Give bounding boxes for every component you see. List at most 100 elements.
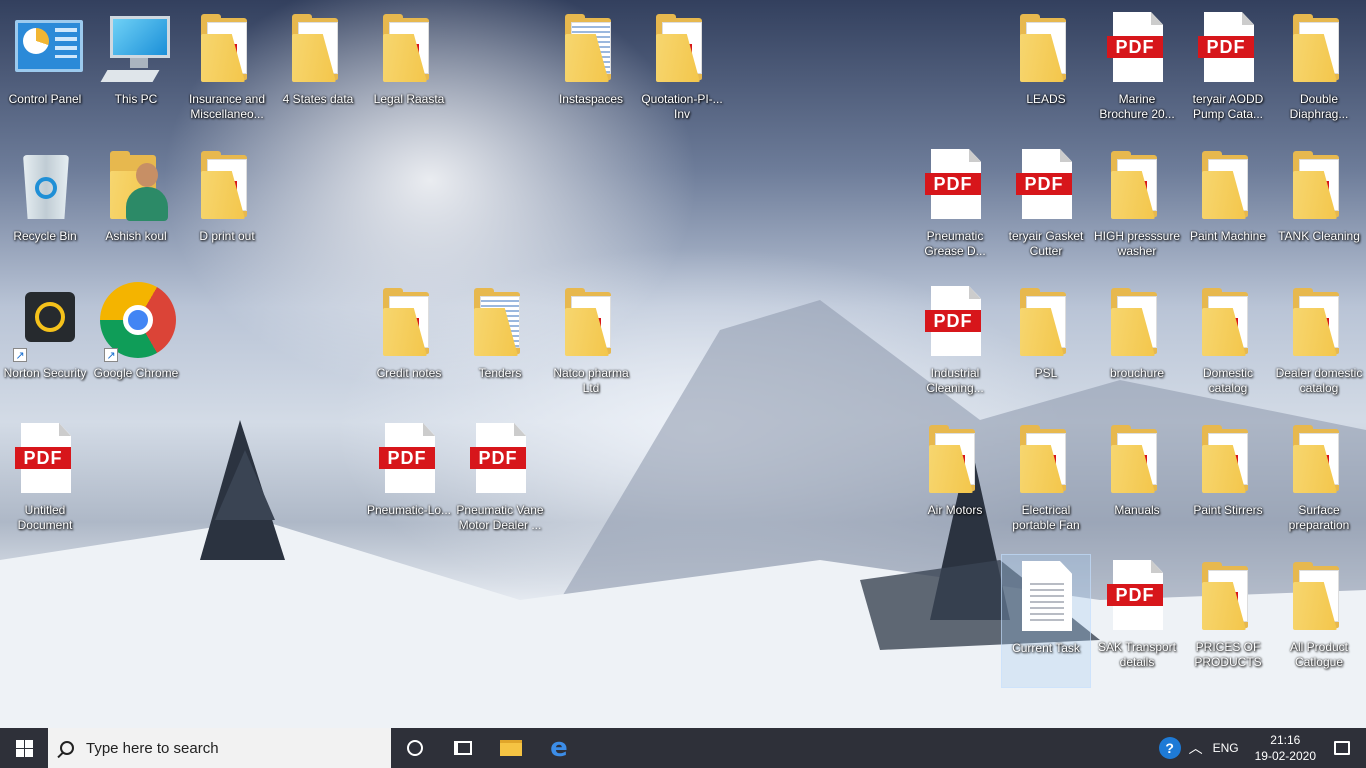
pdf-file-icon: PDF	[1105, 560, 1169, 636]
clock-time: 21:16	[1270, 733, 1301, 747]
desktop-icon-google-chrome[interactable]: ↗ Google Chrome	[91, 280, 181, 414]
pdf-badge: PDF	[933, 174, 973, 194]
pdf-badge: PDF	[1206, 37, 1246, 57]
desktop-icon-label: Air Motors	[927, 503, 983, 517]
folder-document-icon	[468, 286, 532, 362]
desktop-icon-surface-preparation[interactable]: PDF Surface preparation	[1274, 417, 1364, 551]
desktop-icon-label: teryair AODD Pump Cata...	[1192, 92, 1264, 121]
desktop-icon-quotation-pi-inv[interactable]: PDF Quotation-PI-... Inv	[637, 6, 727, 140]
language-indicator[interactable]: ENG	[1213, 741, 1239, 755]
desktop-icon-manuals[interactable]: PDF Manuals	[1092, 417, 1182, 551]
desktop-icon-high-presssure-washer[interactable]: PDF HIGH presssure washer	[1092, 143, 1182, 277]
desktop-icon-insurance-and-miscellaneo[interactable]: PDF Insurance and Miscellaneo...	[182, 6, 272, 140]
desktop-icon-domestic-catalog[interactable]: PDF Domestic catalog	[1183, 280, 1273, 414]
desktop-icon-pneumatic-grease-d[interactable]: PDF Pneumatic Grease D...	[910, 143, 1000, 277]
desktop-icon-this-pc[interactable]: This PC	[91, 6, 181, 140]
folder-pdf-icon: PDF	[1196, 560, 1260, 636]
desktop-icon-label: Current Task	[1012, 641, 1080, 655]
desktop-icon-label: Legal Raasta	[373, 92, 445, 106]
desktop-icon-label: D print out	[199, 229, 255, 243]
text-document-icon	[1014, 561, 1078, 637]
pdf-file-icon: PDF	[923, 286, 987, 362]
desktop-icon-paint-stirrers[interactable]: PDF Paint Stirrers	[1183, 417, 1273, 551]
edge-icon: e	[550, 733, 568, 763]
pdf-badge: PDF	[1024, 174, 1064, 194]
folder-pdf-icon: PDF	[1196, 423, 1260, 499]
desktop-icon-brouchure[interactable]: brouchure	[1092, 280, 1182, 414]
cortana-icon	[407, 740, 423, 756]
folder-pdf-icon: PDF	[377, 286, 441, 362]
pdf-badge: PDF	[23, 448, 63, 468]
desktop-icon-label: Paint Stirrers	[1193, 503, 1263, 517]
edge-button[interactable]: e	[535, 728, 583, 768]
desktop-icon-natco-pharma-ltd[interactable]: PDF Natco pharma Ltd	[546, 280, 636, 414]
pdf-file-icon: PDF	[923, 149, 987, 225]
desktop-icon-control-panel[interactable]: Control Panel	[0, 6, 90, 140]
cortana-button[interactable]	[391, 728, 439, 768]
desktop-icon-recycle-bin[interactable]: Recycle Bin	[0, 143, 90, 277]
desktop-icon-sak-transport-details[interactable]: PDF SAK Transport details	[1092, 554, 1182, 688]
chevron-up-icon[interactable]: ︿	[1189, 738, 1203, 758]
pdf-badge: PDF	[1115, 37, 1155, 57]
pdf-badge: PDF	[933, 311, 973, 331]
windows-logo-icon	[15, 739, 33, 757]
task-view-button[interactable]	[439, 728, 487, 768]
desktop-icon-electrical-portable-fan[interactable]: PDF Electrical portable Fan	[1001, 417, 1091, 551]
desktop-icon-marine-brochure-20[interactable]: PDF Marine Brochure 20...	[1092, 6, 1182, 140]
pdf-file-icon: PDF	[13, 423, 77, 499]
recycle-bin-icon	[13, 149, 77, 225]
desktop-icon-tenders[interactable]: Tenders	[455, 280, 545, 414]
desktop-icon-paint-machine[interactable]: Paint Machine	[1183, 143, 1273, 277]
desktop-icon-industrial-cleaning[interactable]: PDF Industrial Cleaning...	[910, 280, 1000, 414]
desktop-icon-all-product-catlogue[interactable]: All Product Catlogue	[1274, 554, 1364, 688]
search-box[interactable]: Type here to search	[48, 728, 391, 768]
desktop-icon-label: Domestic catalog	[1202, 366, 1253, 395]
desktop-icon-untitled-document[interactable]: PDF Untitled Document	[0, 417, 90, 551]
folder-pdf-icon: PDF	[650, 12, 714, 88]
desktop-icon-pneumatic-lo[interactable]: PDF Pneumatic-Lo...	[364, 417, 454, 551]
desktop-icon-prices-of-products[interactable]: PDF PRICES OF PRODUCTS	[1183, 554, 1273, 688]
desktop-icon-air-motors[interactable]: PDF Air Motors	[910, 417, 1000, 551]
desktop-icon-current-task[interactable]: Current Task	[1001, 554, 1091, 688]
file-explorer-button[interactable]	[487, 728, 535, 768]
desktop-icon-label: LEADS	[1026, 92, 1066, 106]
folder-pdf-icon: PDF	[1196, 286, 1260, 362]
pdf-badge: PDF	[387, 448, 427, 468]
desktop-icon-ashish-koul[interactable]: Ashish koul	[91, 143, 181, 277]
notification-center-icon[interactable]	[1334, 741, 1350, 755]
desktop-icon-pneumatic-vane-motor-dealer[interactable]: PDF Pneumatic Vane Motor Dealer ...	[455, 417, 545, 551]
shortcut-arrow-icon: ↗	[13, 348, 27, 362]
clock[interactable]: 21:16 19-02-2020	[1255, 732, 1316, 764]
folder-pdf-icon: PDF	[1287, 286, 1351, 362]
shortcut-arrow-icon: ↗	[104, 348, 118, 362]
desktop-icon-teryair-aodd-pump-cata[interactable]: PDF teryair AODD Pump Cata...	[1183, 6, 1273, 140]
computer-icon	[100, 12, 170, 88]
desktop-icon-label: Dealer domestic catalog	[1275, 366, 1363, 395]
folder-pdf-icon: PDF	[559, 286, 623, 362]
desktop-icon-psl[interactable]: PSL	[1001, 280, 1091, 414]
pdf-file-icon: PDF	[377, 423, 441, 499]
start-button[interactable]	[0, 728, 48, 768]
desktop-icon-legal-raasta[interactable]: PDF Legal Raasta	[364, 6, 454, 140]
help-icon[interactable]: ?	[1158, 737, 1181, 759]
desktop-icon-label: 4 States data	[282, 92, 354, 106]
desktop-icon-norton-security[interactable]: ↗ Norton Security	[0, 280, 90, 414]
pdf-file-icon: PDF	[1014, 149, 1078, 225]
desktop-icon-leads[interactable]: LEADS	[1001, 6, 1091, 140]
folder-pdf-icon: PDF	[1105, 149, 1169, 225]
desktop-icon-credit-notes[interactable]: PDF Credit notes	[364, 280, 454, 414]
folder-icon	[1287, 560, 1351, 636]
desktop-icon-4-states-data[interactable]: 4 States data	[273, 6, 363, 140]
desktop-icon-double-diaphrag[interactable]: Double Diaphrag...	[1274, 6, 1364, 140]
desktop-icon-label: Marine Brochure 20...	[1099, 92, 1175, 121]
desktop-icon-label: Quotation-PI-... Inv	[641, 92, 723, 121]
desktop-icon-dealer-domestic-catalog[interactable]: PDF Dealer domestic catalog	[1274, 280, 1364, 414]
desktop-icon-tank-cleaning[interactable]: PDF TANK Cleaning	[1274, 143, 1364, 277]
desktop-icon-teryair-gasket-cutter[interactable]: PDF teryair Gasket Cutter	[1001, 143, 1091, 277]
desktop-icon-label: Insurance and Miscellaneo...	[188, 92, 266, 121]
desktop-icon-instaspaces[interactable]: Instaspaces	[546, 6, 636, 140]
desktop-icon-label: Electrical portable Fan	[1012, 503, 1080, 532]
desktop-icon-d-print-out[interactable]: PDF D print out	[182, 143, 272, 277]
desktop-icon-label: Double Diaphrag...	[1289, 92, 1349, 121]
pdf-file-icon: PDF	[1105, 12, 1169, 88]
